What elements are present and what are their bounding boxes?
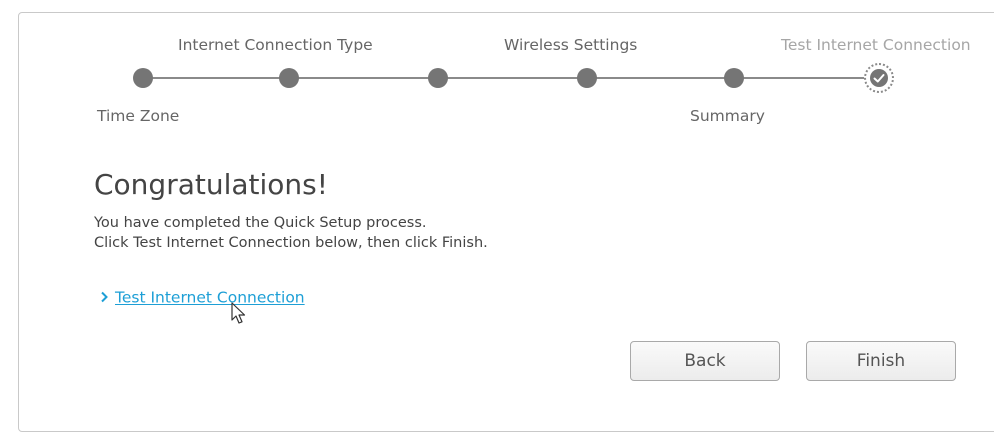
step-label-internet-connection-type: Internet Connection Type: [178, 36, 373, 54]
chevron-right-icon: [100, 288, 109, 307]
step-label-wireless-settings: Wireless Settings: [504, 36, 638, 54]
step-dot-summary: [724, 68, 744, 88]
mouse-cursor-icon: [231, 302, 247, 330]
description-line-2: Click Test Internet Connection below, th…: [94, 235, 488, 251]
step-current-test-internet-connection: [864, 63, 894, 93]
step-label-test-internet-connection: Test Internet Connection: [781, 36, 971, 54]
back-button[interactable]: Back: [630, 341, 780, 381]
test-internet-connection-link[interactable]: Test Internet Connection: [115, 289, 305, 307]
page-title: Congratulations!: [94, 168, 328, 201]
step-dot-time-zone: [133, 68, 153, 88]
test-connection-row[interactable]: Test Internet Connection: [100, 287, 305, 307]
description-line-1: You have completed the Quick Setup proce…: [94, 215, 427, 231]
step-dot-internet-connection-type: [279, 68, 299, 88]
step-dot-wireless-settings: [577, 68, 597, 88]
finish-button[interactable]: Finish: [806, 341, 956, 381]
step-label-summary: Summary: [690, 107, 765, 125]
step-label-time-zone: Time Zone: [97, 107, 180, 125]
stepper-line: [143, 77, 877, 79]
step-dot-summary-region: [428, 68, 448, 88]
